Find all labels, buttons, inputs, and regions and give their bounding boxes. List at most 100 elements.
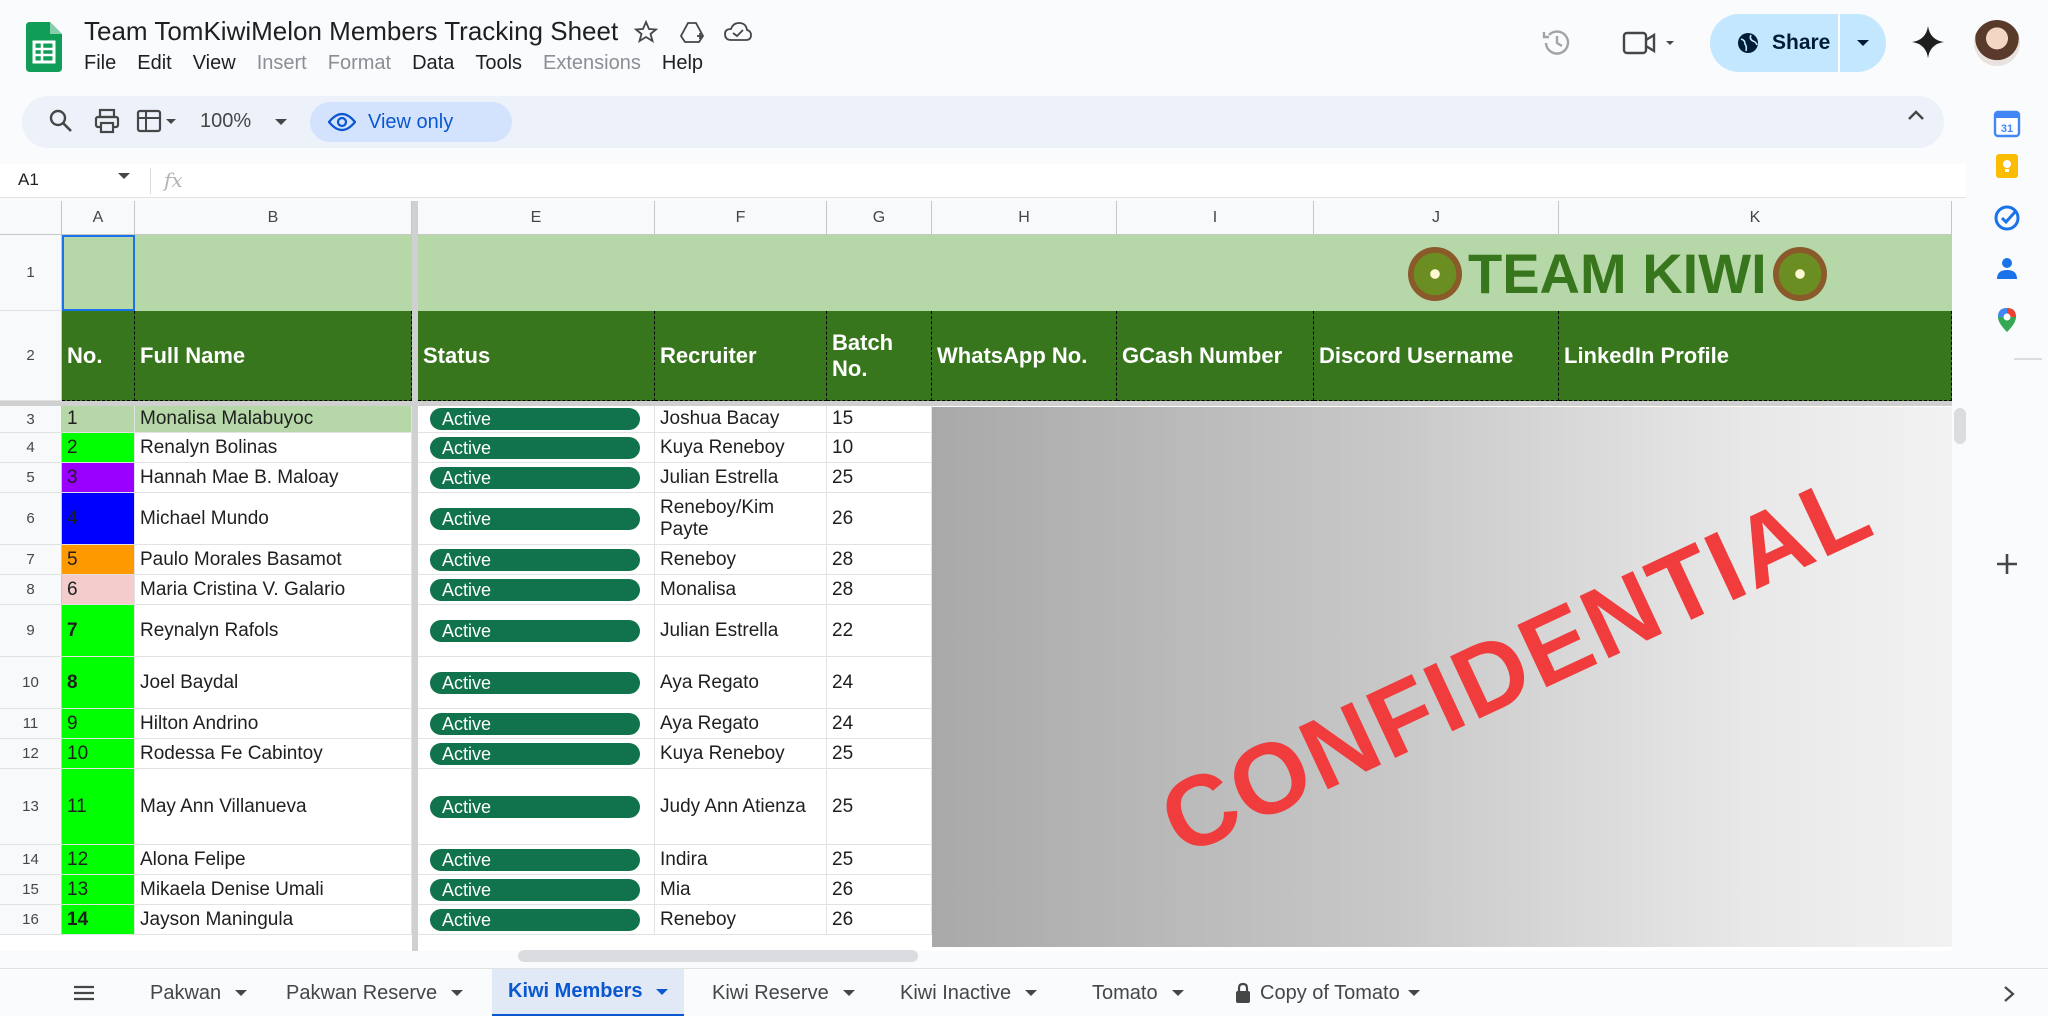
select-all-corner[interactable]: [0, 201, 62, 235]
header-cell[interactable]: Discord Username: [1314, 311, 1559, 401]
name-cell[interactable]: Renalyn Bolinas: [135, 433, 412, 463]
frozen-column-divider[interactable]: [412, 201, 418, 951]
sheet-tab-tomato[interactable]: Tomato: [1076, 969, 1200, 1016]
recruiter-cell[interactable]: Joshua Bacay: [655, 406, 827, 433]
horizontal-scrollbar[interactable]: [518, 950, 918, 962]
header-cell[interactable]: Status: [418, 311, 655, 401]
header-cell[interactable]: Full Name: [135, 311, 412, 401]
number-cell[interactable]: 4: [62, 493, 135, 545]
number-cell[interactable]: 10: [62, 739, 135, 769]
name-cell[interactable]: Rodessa Fe Cabintoy: [135, 739, 412, 769]
row-header[interactable]: 9: [0, 605, 62, 657]
recruiter-cell[interactable]: Reneboy: [655, 905, 827, 935]
status-badge[interactable]: Active: [430, 466, 640, 489]
menu-edit[interactable]: Edit: [137, 52, 171, 75]
row-header[interactable]: 11: [0, 709, 62, 739]
row-header[interactable]: 2: [0, 311, 62, 401]
recruiter-cell[interactable]: Julian Estrella: [655, 605, 827, 657]
number-cell[interactable]: 3: [62, 463, 135, 493]
row-header[interactable]: 7: [0, 545, 62, 575]
recruiter-cell[interactable]: Aya Regato: [655, 709, 827, 739]
name-cell[interactable]: Hilton Andrino: [135, 709, 412, 739]
batch-cell[interactable]: 22: [827, 605, 932, 657]
row-header[interactable]: 1: [0, 235, 62, 311]
header-cell[interactable]: LinkedIn Profile: [1559, 311, 1952, 401]
status-badge[interactable]: Active: [430, 671, 640, 694]
number-cell[interactable]: 1: [62, 406, 135, 433]
row-header[interactable]: 10: [0, 657, 62, 709]
row-header[interactable]: 5: [0, 463, 62, 493]
recruiter-cell[interactable]: Mia: [655, 875, 827, 905]
status-badge[interactable]: Active: [430, 742, 640, 765]
number-cell[interactable]: 8: [62, 657, 135, 709]
status-cell[interactable]: Active: [418, 605, 655, 657]
recruiter-cell[interactable]: Judy Ann Atienza: [655, 769, 827, 845]
batch-cell[interactable]: 25: [827, 739, 932, 769]
row-header[interactable]: 16: [0, 905, 62, 935]
search-button[interactable]: [48, 108, 74, 134]
column-header-k[interactable]: K: [1559, 201, 1952, 235]
chevron-down-icon[interactable]: [235, 989, 248, 997]
status-badge[interactable]: Active: [430, 878, 640, 901]
recruiter-cell[interactable]: Indira: [655, 845, 827, 875]
column-header-b[interactable]: B: [135, 201, 412, 235]
batch-cell[interactable]: 28: [827, 545, 932, 575]
share-main-button[interactable]: Share: [1710, 14, 1840, 72]
status-badge[interactable]: Active: [430, 408, 640, 430]
number-cell[interactable]: 13: [62, 875, 135, 905]
tasks-icon[interactable]: [1993, 204, 2021, 232]
header-cell[interactable]: Batch No.: [827, 311, 932, 401]
cloud-saved-icon[interactable]: [724, 18, 752, 46]
name-cell[interactable]: Hannah Mae B. Maloay: [135, 463, 412, 493]
status-badge[interactable]: Active: [430, 712, 640, 735]
status-cell[interactable]: Active: [418, 463, 655, 493]
print-button[interactable]: [94, 108, 120, 134]
menu-view[interactable]: View: [193, 52, 236, 75]
number-cell[interactable]: 14: [62, 905, 135, 935]
status-cell[interactable]: Active: [418, 769, 655, 845]
batch-cell[interactable]: 26: [827, 875, 932, 905]
status-cell[interactable]: Active: [418, 905, 655, 935]
status-badge[interactable]: Active: [430, 436, 640, 459]
status-cell[interactable]: Active: [418, 845, 655, 875]
row-header[interactable]: 12: [0, 739, 62, 769]
row-header[interactable]: 14: [0, 845, 62, 875]
row-header[interactable]: 3: [0, 406, 62, 433]
column-header-a[interactable]: A: [62, 201, 135, 235]
name-cell[interactable]: Mikaela Denise Umali: [135, 875, 412, 905]
batch-cell[interactable]: 28: [827, 575, 932, 605]
batch-cell[interactable]: 26: [827, 493, 932, 545]
chevron-down-icon[interactable]: [842, 989, 855, 997]
name-cell[interactable]: Joel Baydal: [135, 657, 412, 709]
zoom-select[interactable]: 100%: [200, 110, 288, 133]
column-header-j[interactable]: J: [1314, 201, 1559, 235]
chevron-down-icon[interactable]: [1407, 989, 1420, 997]
status-cell[interactable]: Active: [418, 657, 655, 709]
plus-icon[interactable]: [1993, 550, 2021, 578]
menu-extensions[interactable]: Extensions: [543, 52, 641, 75]
column-header-i[interactable]: I: [1117, 201, 1314, 235]
calendar-icon[interactable]: 31: [1993, 110, 2021, 138]
number-cell[interactable]: 12: [62, 845, 135, 875]
spreadsheet-grid[interactable]: A B E F G H I J K 1 2 3 4 5 6 7 8 9 10 11 12 13 14 15 16 No. Full …: [0, 201, 1952, 951]
recruiter-cell[interactable]: Kuya Reneboy: [655, 433, 827, 463]
batch-cell[interactable]: 10: [827, 433, 932, 463]
status-badge[interactable]: Active: [430, 908, 640, 931]
status-badge[interactable]: Active: [430, 848, 640, 871]
contacts-icon[interactable]: [1993, 254, 2021, 282]
keep-icon[interactable]: [1993, 152, 2021, 180]
row-header[interactable]: 15: [0, 875, 62, 905]
collapse-toolbar-button[interactable]: [1906, 108, 1926, 122]
column-header-e[interactable]: E: [418, 201, 655, 235]
column-header-h[interactable]: H: [932, 201, 1117, 235]
sheet-tab-kiwi-members[interactable]: Kiwi Members: [492, 969, 685, 1016]
name-cell[interactable]: Paulo Morales Basamot: [135, 545, 412, 575]
status-badge[interactable]: Active: [430, 507, 640, 530]
selected-cell-a1[interactable]: [62, 235, 135, 311]
chevron-down-icon[interactable]: [451, 989, 464, 997]
sheet-tab-pakwan-reserve[interactable]: Pakwan Reserve: [270, 969, 479, 1016]
share-dropdown-button[interactable]: [1840, 14, 1886, 72]
all-sheets-icon[interactable]: [72, 983, 96, 1003]
sheet-tab-kiwi-inactive[interactable]: Kiwi Inactive: [884, 969, 1053, 1016]
name-cell[interactable]: Michael Mundo: [135, 493, 412, 545]
